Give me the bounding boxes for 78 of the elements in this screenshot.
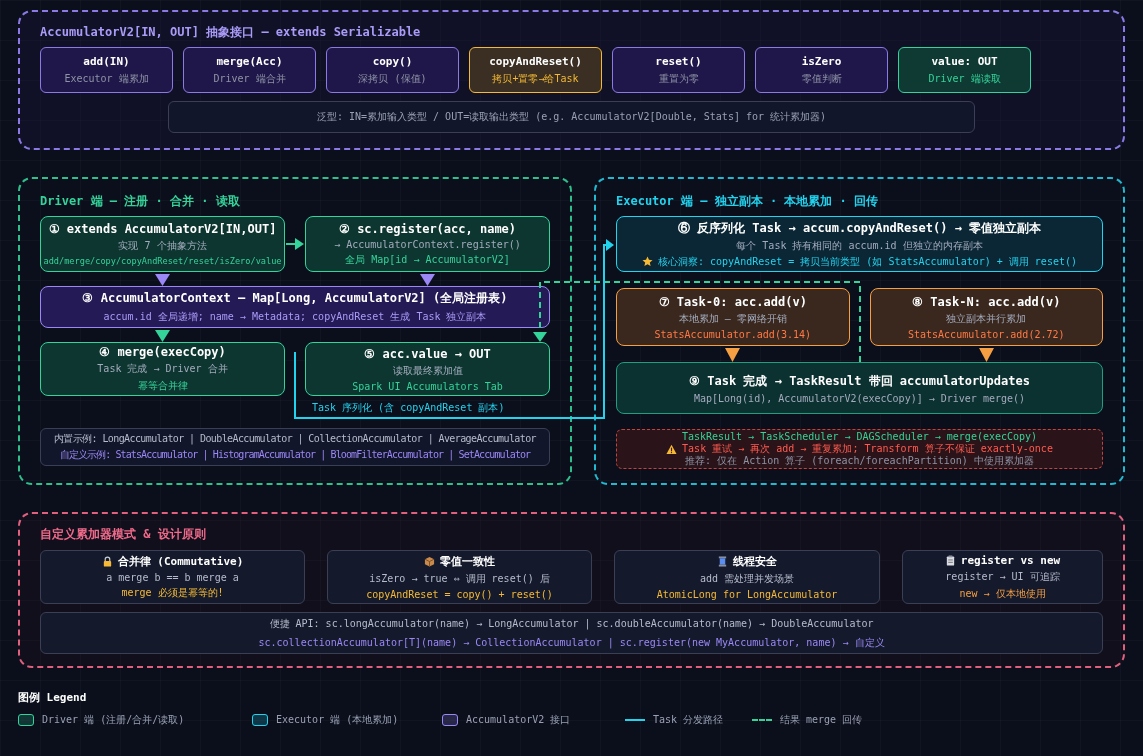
- method-desc: 拷贝+置零→给Task: [492, 71, 579, 86]
- flow-arrow: [979, 348, 994, 362]
- step-desc: 实现 7 个抽象方法: [118, 239, 207, 253]
- dispatch-label: Task 序列化 (含 copyAndReset 副本): [312, 402, 505, 414]
- legend-label: Task 分发路径: [653, 713, 724, 727]
- legend-label: Driver 端 (注册/合并/读取): [42, 713, 185, 727]
- method-desc: 深拷贝 (保值): [358, 71, 427, 86]
- method-name: isZero: [801, 54, 842, 68]
- method-name: merge(Acc): [216, 54, 283, 68]
- step-desc: 本地累加 — 零网络开销: [678, 311, 787, 326]
- step-title: ⑨ Task 完成 → TaskResult 带回 accumulatorUpdates: [689, 372, 1030, 390]
- clipboard-icon: [944, 554, 956, 566]
- principle-desc: a merge b == b merge a: [106, 572, 239, 583]
- principle-desc: isZero → true ⇔ 调用 reset() 后: [369, 572, 550, 586]
- principle-desc: register → UI 可追踪: [945, 569, 1060, 584]
- step-title: ③ AccumulatorContext — Map[Long, AccumulatorV2] (全局注册表): [82, 290, 508, 307]
- legend-label: Executor 端 (本地累加): [276, 713, 399, 727]
- method-desc: 重置为零: [658, 71, 699, 86]
- method-name: add(IN): [83, 54, 130, 68]
- step-desc: 读取最终累加值: [392, 363, 463, 378]
- principle-note: AtomicLong for LongAccumulator: [656, 589, 838, 600]
- principle-title: 线程安全: [733, 554, 777, 569]
- api-line: sc.collectionAccumulator[T](name) → CollectionAccumulator | sc.register(new MyAccumulator, name) → 自定义: [258, 635, 885, 650]
- principle-title: register vs new: [960, 553, 1061, 567]
- step-title: ① extends AccumulatorV2[IN,OUT]: [48, 222, 277, 236]
- principle-desc: add 需处理并发场景: [699, 572, 795, 586]
- step-desc: accum.id 全局递增; name → Metadata; copyAndReset 生成 Task 独立副本: [103, 310, 487, 324]
- step-desc: 独立副本并行累加: [946, 311, 1027, 326]
- method-name: reset(): [655, 54, 702, 68]
- section-title: Executor 端 — 独立副本 · 本地累加 · 回传: [616, 193, 880, 209]
- step-detail: 核心洞察: copyAndReset = 拷贝当前类型 (如 StatsAccumulator) + 调用 reset(): [658, 254, 1077, 269]
- step-desc: Map[Long(id), AccumulatorV2(execCopy)] → Driver merge(): [693, 392, 1026, 404]
- return-path-label: TaskResult → TaskScheduler → DAGScheduler → merge(execCopy): [681, 431, 1038, 443]
- principle-title: 零值一致性: [440, 554, 495, 569]
- step-desc: → AccumulatorContext.register(): [334, 238, 521, 250]
- step-title: ⑤ acc.value → OUT: [364, 346, 491, 361]
- principle-note: new → 仅本地使用: [959, 586, 1046, 601]
- package-icon: [424, 556, 435, 567]
- step-detail: 幂等合并律: [137, 379, 188, 393]
- method-desc: Driver 端读取: [928, 71, 1001, 86]
- step-title: ⑧ Task-N: acc.add(v): [912, 294, 1061, 309]
- legend-label: AccumulatorV2 接口: [466, 713, 571, 727]
- principle-title: 合并律 (Commutative): [117, 554, 244, 569]
- step-desc: Task 完成 → Driver 合并: [97, 362, 228, 376]
- legend-label: 结果 merge 回传: [780, 713, 863, 727]
- advice-text: 推荐: 仅在 Action 算子 (foreach/foreachPartition) 中使用累加器: [685, 455, 1034, 467]
- section-title: Driver 端 — 注册 · 合并 · 读取: [40, 193, 241, 209]
- generic-note: 泛型: IN=累加输入类型 / OUT=读取输出类型 (e.g. AccumulatorV2[Double, Stats] for 统计累加器): [168, 101, 975, 133]
- step-detail: add/merge/copy/copyAndReset/reset/isZero/value: [43, 256, 282, 266]
- step-detail: 全局 Map[id → AccumulatorV2]: [345, 252, 510, 267]
- principle-note: merge 必须是幂等的!: [121, 586, 224, 600]
- step-title: ⑥ 反序列化 Task → accum.copyAndReset() → 零值独立副本: [677, 219, 1042, 237]
- star-icon: [642, 256, 653, 267]
- api-line: 便捷 API: sc.longAccumulator(name) → LongAccumulator | sc.doubleAccumulator(name) → DoubleAccumulator: [269, 616, 874, 631]
- method-desc: 零值判断: [801, 71, 842, 86]
- warning-icon: [666, 443, 678, 455]
- step-detail: StatsAccumulator.add(3.14): [654, 328, 811, 340]
- section-title: 自定义累加器模式 & 设计原则: [40, 526, 207, 542]
- principle-note: copyAndReset = copy() + reset(): [366, 589, 553, 600]
- flow-arrow: [725, 348, 740, 362]
- step-title: ⑦ Task-0: acc.add(v): [658, 294, 807, 309]
- method-name: copy(): [372, 54, 413, 68]
- spool-icon: [717, 556, 728, 567]
- step-detail: StatsAccumulator.add(2.72): [907, 328, 1065, 340]
- step-title: ④ merge(execCopy): [99, 345, 226, 359]
- method-name: value: OUT: [931, 54, 998, 68]
- step-detail: Spark UI Accumulators Tab: [352, 380, 503, 392]
- method-desc: Executor 端累加: [64, 71, 149, 86]
- warning-text: Task 重试 → 再次 add → 重复累加; Transform 算子不保证 exactly-once: [682, 443, 1053, 455]
- builtin-examples: 内置示例: LongAccumulator | DoubleAccumulator | CollectionAccumulator | AverageAccumulator: [53, 432, 537, 446]
- method-desc: Driver 端合并: [213, 71, 286, 86]
- method-name: copyAndReset(): [489, 54, 582, 68]
- step-title: ② sc.register(acc, name): [338, 221, 517, 236]
- section-title: AccumulatorV2[IN, OUT] 抽象接口 — extends Serializable: [40, 24, 422, 40]
- custom-examples: 自定义示例: StatsAccumulator | HistogramAccumulator | BloomFilterAccumulator | SetAccumulator: [59, 448, 531, 462]
- lock-icon: [101, 556, 113, 567]
- legend-title: 图例 Legend: [18, 690, 88, 705]
- step-desc: 每个 Task 持有相同的 accum.id 但独立的内存副本: [736, 238, 983, 253]
